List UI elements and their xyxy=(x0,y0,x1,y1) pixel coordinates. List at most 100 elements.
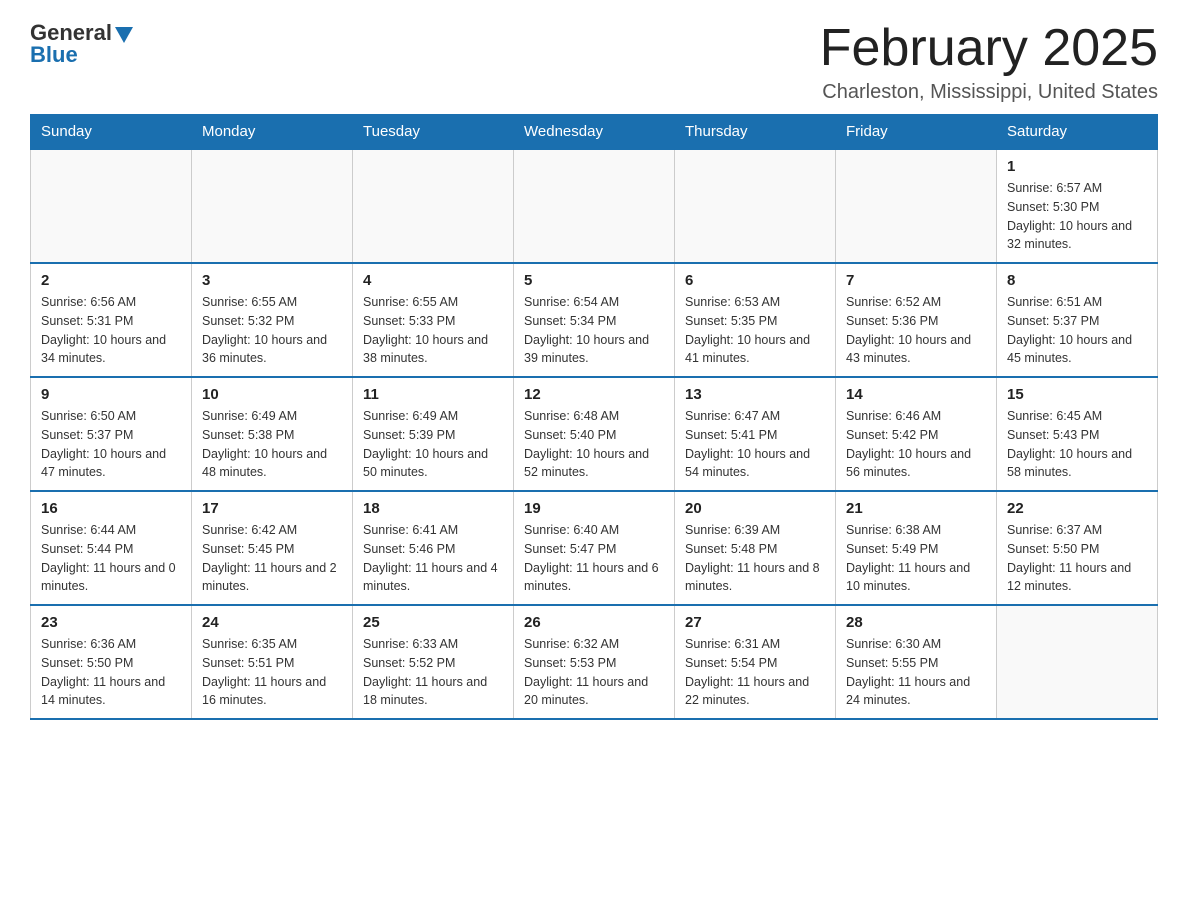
day-number: 27 xyxy=(685,614,825,631)
header-tuesday: Tuesday xyxy=(353,115,514,150)
day-number: 14 xyxy=(846,386,986,403)
calendar-cell xyxy=(997,605,1158,719)
day-info: Sunrise: 6:41 AMSunset: 5:46 PMDaylight:… xyxy=(363,521,503,596)
header-saturday: Saturday xyxy=(997,115,1158,150)
day-number: 20 xyxy=(685,500,825,517)
day-number: 1 xyxy=(1007,158,1147,175)
day-number: 18 xyxy=(363,500,503,517)
day-info: Sunrise: 6:31 AMSunset: 5:54 PMDaylight:… xyxy=(685,635,825,710)
day-info: Sunrise: 6:53 AMSunset: 5:35 PMDaylight:… xyxy=(685,293,825,368)
day-number: 12 xyxy=(524,386,664,403)
calendar-cell: 17 Sunrise: 6:42 AMSunset: 5:45 PMDaylig… xyxy=(192,491,353,605)
day-number: 17 xyxy=(202,500,342,517)
day-number: 3 xyxy=(202,272,342,289)
calendar-cell: 19 Sunrise: 6:40 AMSunset: 5:47 PMDaylig… xyxy=(514,491,675,605)
day-info: Sunrise: 6:36 AMSunset: 5:50 PMDaylight:… xyxy=(41,635,181,710)
calendar-cell: 11 Sunrise: 6:49 AMSunset: 5:39 PMDaylig… xyxy=(353,377,514,491)
day-number: 15 xyxy=(1007,386,1147,403)
day-number: 6 xyxy=(685,272,825,289)
day-info: Sunrise: 6:42 AMSunset: 5:45 PMDaylight:… xyxy=(202,521,342,596)
day-number: 5 xyxy=(524,272,664,289)
calendar-cell: 18 Sunrise: 6:41 AMSunset: 5:46 PMDaylig… xyxy=(353,491,514,605)
day-number: 25 xyxy=(363,614,503,631)
day-info: Sunrise: 6:51 AMSunset: 5:37 PMDaylight:… xyxy=(1007,293,1147,368)
header-thursday: Thursday xyxy=(675,115,836,150)
page-header: General Blue February 2025 Charleston, M… xyxy=(30,20,1158,104)
day-number: 10 xyxy=(202,386,342,403)
calendar-cell: 27 Sunrise: 6:31 AMSunset: 5:54 PMDaylig… xyxy=(675,605,836,719)
day-info: Sunrise: 6:37 AMSunset: 5:50 PMDaylight:… xyxy=(1007,521,1147,596)
day-info: Sunrise: 6:40 AMSunset: 5:47 PMDaylight:… xyxy=(524,521,664,596)
calendar-cell xyxy=(836,149,997,263)
calendar-cell: 7 Sunrise: 6:52 AMSunset: 5:36 PMDayligh… xyxy=(836,263,997,377)
calendar-cell xyxy=(675,149,836,263)
day-info: Sunrise: 6:55 AMSunset: 5:32 PMDaylight:… xyxy=(202,293,342,368)
day-info: Sunrise: 6:38 AMSunset: 5:49 PMDaylight:… xyxy=(846,521,986,596)
day-number: 23 xyxy=(41,614,181,631)
calendar-cell: 1 Sunrise: 6:57 AMSunset: 5:30 PMDayligh… xyxy=(997,149,1158,263)
calendar-cell: 25 Sunrise: 6:33 AMSunset: 5:52 PMDaylig… xyxy=(353,605,514,719)
day-info: Sunrise: 6:48 AMSunset: 5:40 PMDaylight:… xyxy=(524,407,664,482)
logo-blue-text: Blue xyxy=(30,42,78,68)
header-sunday: Sunday xyxy=(31,115,192,150)
day-info: Sunrise: 6:32 AMSunset: 5:53 PMDaylight:… xyxy=(524,635,664,710)
day-number: 16 xyxy=(41,500,181,517)
calendar-cell: 14 Sunrise: 6:46 AMSunset: 5:42 PMDaylig… xyxy=(836,377,997,491)
calendar-cell xyxy=(353,149,514,263)
calendar-week-row: 1 Sunrise: 6:57 AMSunset: 5:30 PMDayligh… xyxy=(31,149,1158,263)
day-number: 24 xyxy=(202,614,342,631)
logo-triangle-icon xyxy=(115,27,133,43)
day-info: Sunrise: 6:52 AMSunset: 5:36 PMDaylight:… xyxy=(846,293,986,368)
calendar-week-row: 2 Sunrise: 6:56 AMSunset: 5:31 PMDayligh… xyxy=(31,263,1158,377)
calendar-cell: 5 Sunrise: 6:54 AMSunset: 5:34 PMDayligh… xyxy=(514,263,675,377)
calendar-cell: 10 Sunrise: 6:49 AMSunset: 5:38 PMDaylig… xyxy=(192,377,353,491)
calendar-cell: 3 Sunrise: 6:55 AMSunset: 5:32 PMDayligh… xyxy=(192,263,353,377)
calendar-cell: 20 Sunrise: 6:39 AMSunset: 5:48 PMDaylig… xyxy=(675,491,836,605)
calendar-cell: 22 Sunrise: 6:37 AMSunset: 5:50 PMDaylig… xyxy=(997,491,1158,605)
day-number: 21 xyxy=(846,500,986,517)
calendar-cell: 26 Sunrise: 6:32 AMSunset: 5:53 PMDaylig… xyxy=(514,605,675,719)
calendar-cell: 16 Sunrise: 6:44 AMSunset: 5:44 PMDaylig… xyxy=(31,491,192,605)
calendar-cell xyxy=(31,149,192,263)
header-friday: Friday xyxy=(836,115,997,150)
day-number: 28 xyxy=(846,614,986,631)
day-info: Sunrise: 6:35 AMSunset: 5:51 PMDaylight:… xyxy=(202,635,342,710)
calendar-cell: 28 Sunrise: 6:30 AMSunset: 5:55 PMDaylig… xyxy=(836,605,997,719)
calendar-week-row: 16 Sunrise: 6:44 AMSunset: 5:44 PMDaylig… xyxy=(31,491,1158,605)
day-info: Sunrise: 6:30 AMSunset: 5:55 PMDaylight:… xyxy=(846,635,986,710)
header-monday: Monday xyxy=(192,115,353,150)
day-info: Sunrise: 6:45 AMSunset: 5:43 PMDaylight:… xyxy=(1007,407,1147,482)
calendar-week-row: 9 Sunrise: 6:50 AMSunset: 5:37 PMDayligh… xyxy=(31,377,1158,491)
calendar-cell: 24 Sunrise: 6:35 AMSunset: 5:51 PMDaylig… xyxy=(192,605,353,719)
day-info: Sunrise: 6:44 AMSunset: 5:44 PMDaylight:… xyxy=(41,521,181,596)
day-number: 4 xyxy=(363,272,503,289)
calendar-cell: 21 Sunrise: 6:38 AMSunset: 5:49 PMDaylig… xyxy=(836,491,997,605)
day-info: Sunrise: 6:56 AMSunset: 5:31 PMDaylight:… xyxy=(41,293,181,368)
calendar-cell xyxy=(514,149,675,263)
day-info: Sunrise: 6:54 AMSunset: 5:34 PMDaylight:… xyxy=(524,293,664,368)
calendar-table: Sunday Monday Tuesday Wednesday Thursday… xyxy=(30,114,1158,720)
day-number: 26 xyxy=(524,614,664,631)
calendar-week-row: 23 Sunrise: 6:36 AMSunset: 5:50 PMDaylig… xyxy=(31,605,1158,719)
day-info: Sunrise: 6:50 AMSunset: 5:37 PMDaylight:… xyxy=(41,407,181,482)
day-number: 22 xyxy=(1007,500,1147,517)
day-info: Sunrise: 6:49 AMSunset: 5:39 PMDaylight:… xyxy=(363,407,503,482)
day-info: Sunrise: 6:49 AMSunset: 5:38 PMDaylight:… xyxy=(202,407,342,482)
location-title: Charleston, Mississippi, United States xyxy=(820,81,1158,104)
title-block: February 2025 Charleston, Mississippi, U… xyxy=(820,20,1158,104)
day-info: Sunrise: 6:39 AMSunset: 5:48 PMDaylight:… xyxy=(685,521,825,596)
day-number: 11 xyxy=(363,386,503,403)
calendar-cell: 13 Sunrise: 6:47 AMSunset: 5:41 PMDaylig… xyxy=(675,377,836,491)
day-info: Sunrise: 6:57 AMSunset: 5:30 PMDaylight:… xyxy=(1007,179,1147,254)
month-title: February 2025 xyxy=(820,20,1158,77)
calendar-cell: 6 Sunrise: 6:53 AMSunset: 5:35 PMDayligh… xyxy=(675,263,836,377)
day-info: Sunrise: 6:46 AMSunset: 5:42 PMDaylight:… xyxy=(846,407,986,482)
day-number: 9 xyxy=(41,386,181,403)
day-info: Sunrise: 6:55 AMSunset: 5:33 PMDaylight:… xyxy=(363,293,503,368)
logo: General Blue xyxy=(30,20,133,68)
day-number: 8 xyxy=(1007,272,1147,289)
calendar-cell: 15 Sunrise: 6:45 AMSunset: 5:43 PMDaylig… xyxy=(997,377,1158,491)
header-wednesday: Wednesday xyxy=(514,115,675,150)
day-number: 7 xyxy=(846,272,986,289)
day-number: 13 xyxy=(685,386,825,403)
